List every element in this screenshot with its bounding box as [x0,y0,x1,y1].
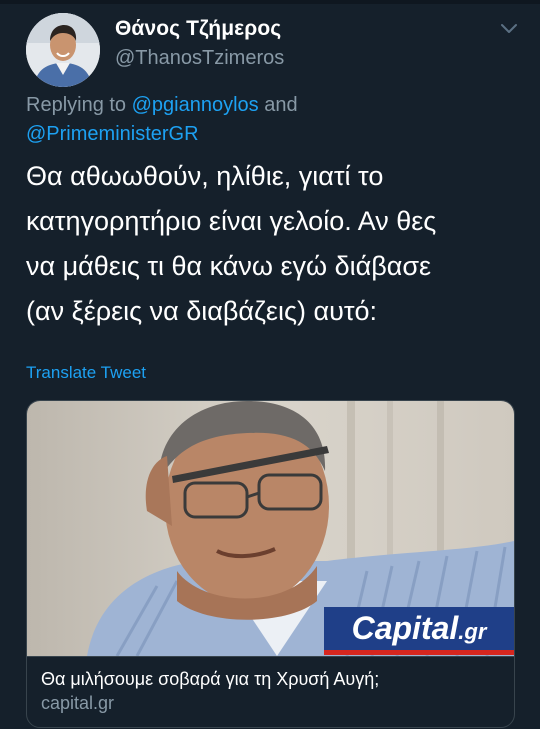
top-divider [0,0,540,4]
card-domain: capital.gr [41,693,115,713]
capital-logo: Capital.gr [324,607,514,655]
replying-to-line-2: @PrimeministerGR [26,120,199,148]
tweet-text-line: (αν ξέρεις να διαβάζεις) αυτό: [26,296,378,326]
author-display-name[interactable]: Θάνος Τζήμερος [115,17,281,41]
card-text: Θα μιλήσουμε σοβαρά για τη Χρυσή Αυγή; c… [27,656,514,727]
avatar-photo-icon [26,13,100,87]
link-card[interactable]: Capital.gr Θα μιλήσουμε σοβαρά για τη Χρ… [26,400,515,728]
card-title: Θα μιλήσουμε σοβαρά για τη Χρυσή Αυγή; [41,669,380,689]
card-image: Capital.gr [27,401,514,656]
capital-logo-main: Capital [351,610,459,646]
author-handle[interactable]: @ThanosTzimeros [115,47,284,70]
avatar[interactable] [26,13,100,87]
reply-user-link[interactable]: @PrimeministerGR [26,123,199,145]
tweet: Θάνος Τζήμερος @ThanosTzimeros Replying … [0,0,540,729]
reply-user-link[interactable]: @pgiannoylos [132,94,259,116]
tweet-text-line: Θα αθωωθούν, ηλίθιε, γιατί το [26,161,384,191]
replying-to-label: Replying to [26,94,127,116]
replying-to-joiner: and [264,94,298,116]
tweet-text: Θα αθωωθούν, ηλίθιε, γιατί το κατηγορητή… [26,154,526,334]
capital-logo-suffix: .gr [458,619,487,644]
tweet-text-line: να μάθεις τι θα κάνω εγώ διάβασε [26,251,432,281]
replying-to-line: Replying to @pgiannoylos and [26,91,298,119]
translate-tweet-link[interactable]: Translate Tweet [26,363,146,383]
chevron-down-icon[interactable] [500,22,518,36]
tweet-text-line: κατηγορητήριο είναι γελοίο. Αν θες [26,206,437,236]
